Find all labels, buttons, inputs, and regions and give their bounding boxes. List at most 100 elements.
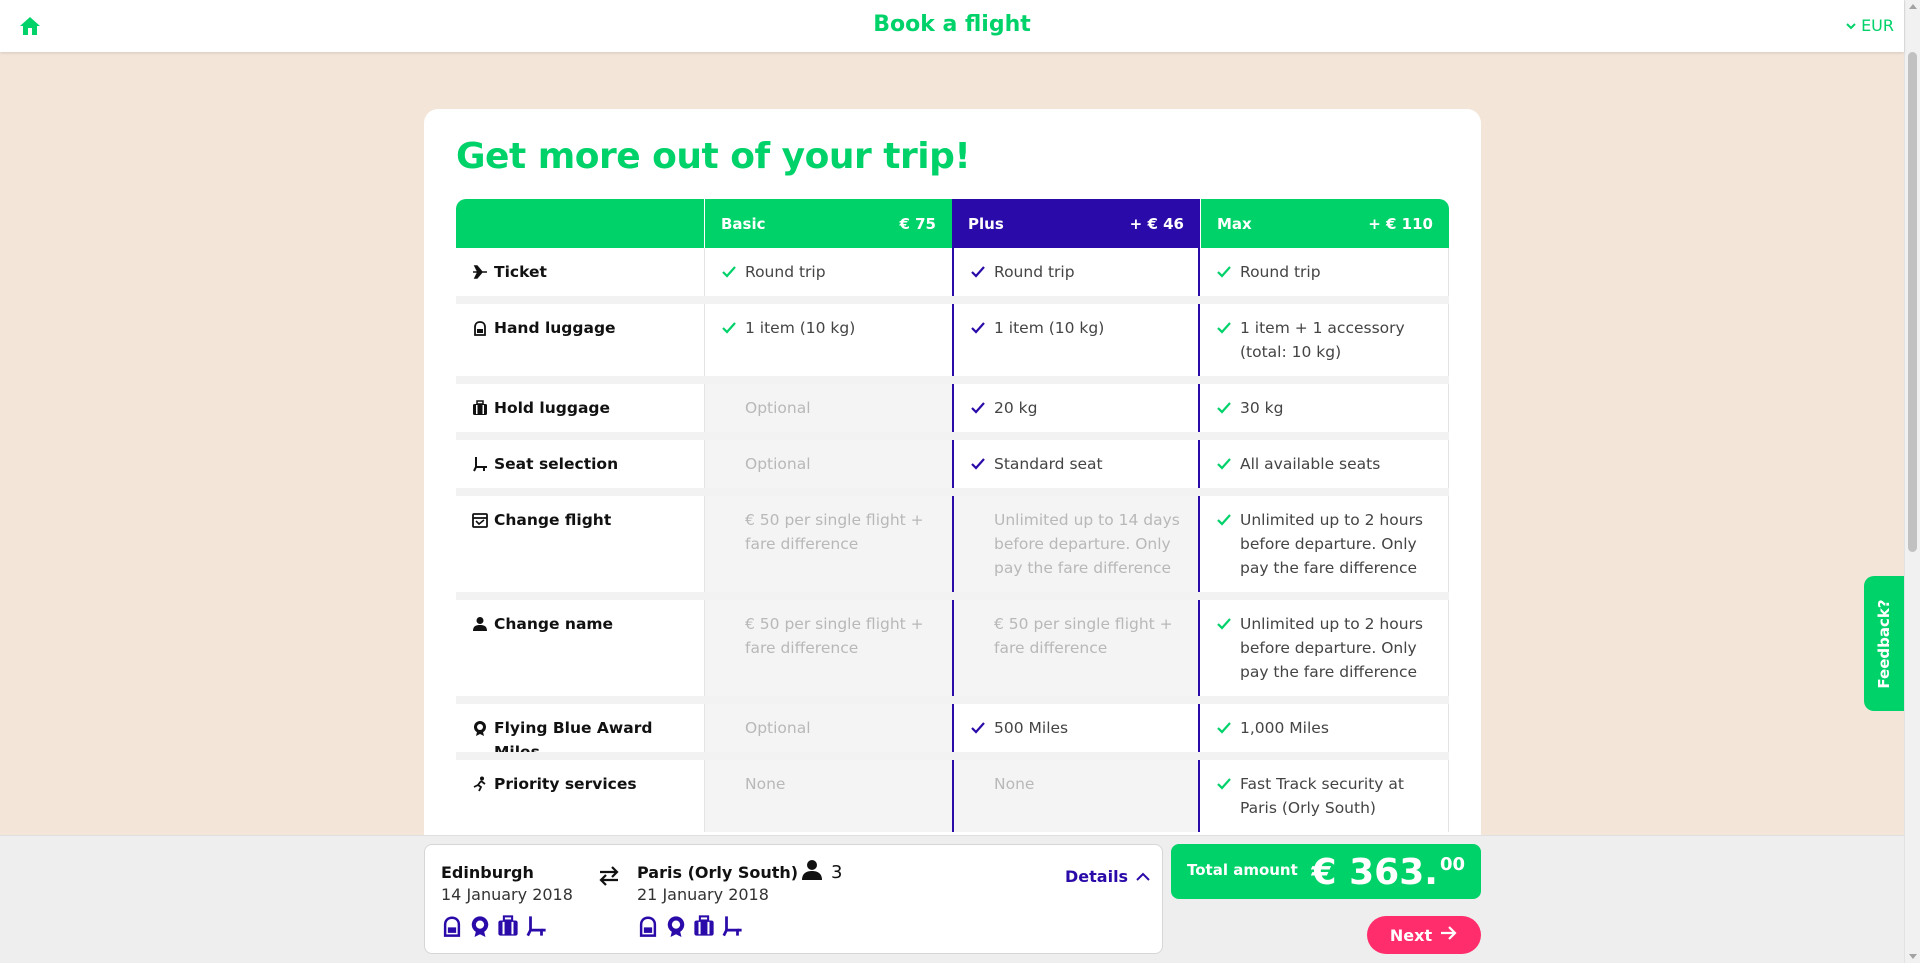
fare-name: Basic [721, 214, 766, 233]
table-row: Flying Blue Award Miles Optional 500 Miles… [456, 704, 1449, 761]
award-icon [469, 915, 491, 937]
fare-cell-max: 30 kg [1200, 384, 1449, 432]
table-row: Change name € 50 per single flight + fare… [456, 600, 1449, 696]
fare-header-basic[interactable]: Basic € 75 [704, 199, 952, 248]
calendar-change-icon [472, 508, 488, 532]
plane-icon [472, 260, 488, 284]
fare-value: € 50 per single flight + fare difference [970, 612, 1182, 660]
row-label-text: Hand luggage [494, 319, 616, 337]
fare-cell-basic: Round trip [704, 248, 952, 296]
scroll-down-arrow-icon[interactable] [1909, 954, 1917, 959]
fare-value-text: None [745, 775, 786, 793]
feedback-label: Feedback? [1875, 598, 1893, 689]
fare-value-text: € 50 per single flight + fare difference [745, 511, 924, 553]
seat-icon [472, 452, 488, 476]
fare-value-text: 20 kg [994, 399, 1038, 417]
feedback-tab[interactable]: Feedback? [1864, 576, 1904, 711]
fare-value-text: 500 Miles [994, 719, 1069, 737]
fare-value: None [721, 772, 936, 796]
fare-value: Optional [721, 452, 936, 476]
fare-value-text: 1,000 Miles [1240, 719, 1329, 737]
fare-cell-basic: € 50 per single flight + fare difference [704, 496, 952, 592]
chevron-down-icon [1846, 16, 1856, 35]
row-separator [456, 432, 1449, 440]
seat-icon [525, 915, 547, 937]
checkmark-icon [1216, 316, 1232, 340]
row-separator [456, 696, 1449, 704]
page-scrollbar[interactable] [1904, 0, 1920, 963]
booking-footer: Edinburgh 14 January 2018 Paris (Orly So… [0, 835, 1904, 963]
table-row: Seat selection Optional Standard seat All a… [456, 440, 1449, 488]
fare-cell-max: Round trip [1200, 248, 1449, 296]
row-label: Flying Blue Award Miles [456, 704, 704, 761]
fare-cell-plus: Standard seat [952, 440, 1200, 488]
checkmark-icon [1216, 772, 1232, 796]
checkmark-icon [1216, 716, 1232, 740]
fare-header-plus[interactable]: Plus + € 46 [952, 199, 1200, 248]
fare-value-text: 1 item (10 kg) [745, 319, 856, 337]
fare-card: Get more out of your trip! Basic € 75 Pl… [424, 109, 1481, 869]
fare-cell-plus: Round trip [952, 248, 1200, 296]
checkmark-icon [1216, 612, 1232, 636]
details-toggle[interactable]: Details [1065, 867, 1150, 886]
checkmark-icon [1216, 260, 1232, 284]
fare-cell-basic: € 50 per single flight + fare difference [704, 600, 952, 696]
arrow-right-icon [1440, 925, 1458, 945]
fare-price: + € 46 [1129, 214, 1184, 233]
row-label: Change flight [456, 496, 704, 592]
total-amount-main: € 363. [1311, 852, 1438, 893]
fare-cell-basic: 1 item (10 kg) [704, 304, 952, 376]
fare-value: Unlimited up to 2 hours before departure… [1216, 612, 1432, 684]
outbound-date: 14 January 2018 [441, 885, 573, 904]
fare-value-text: Unlimited up to 2 hours before departure… [1240, 511, 1424, 577]
fare-value: € 50 per single flight + fare difference [721, 612, 936, 660]
suitcase-icon [472, 396, 488, 420]
fare-cell-max: All available seats [1200, 440, 1449, 488]
fare-cell-plus: None [952, 760, 1200, 832]
fare-name: Max [1217, 214, 1252, 233]
fare-name: Plus [968, 214, 1004, 233]
checkmark-icon [721, 316, 737, 340]
award-icon [665, 915, 687, 937]
passenger-count-value: 3 [831, 862, 843, 883]
fare-header-max[interactable]: Max + € 110 [1200, 199, 1449, 248]
backpack-icon [637, 915, 659, 937]
fare-cell-plus: € 50 per single flight + fare difference [952, 600, 1200, 696]
outbound-city: Edinburgh [441, 863, 534, 882]
page-header-title: Book a flight [873, 12, 1031, 37]
checkmark-icon [1216, 508, 1232, 532]
scroll-up-arrow-icon[interactable] [1909, 4, 1917, 9]
fare-value-text: Round trip [745, 263, 826, 281]
suitcase-icon [497, 915, 519, 937]
fare-cell-plus: 1 item (10 kg) [952, 304, 1200, 376]
fare-value-text: Optional [745, 719, 811, 737]
fare-cell-max: Unlimited up to 2 hours before departure… [1200, 600, 1449, 696]
fare-value-text: 1 item + 1 accessory (total: 10 kg) [1240, 319, 1405, 361]
fare-value-text: 1 item (10 kg) [994, 319, 1105, 337]
next-button[interactable]: Next [1367, 916, 1481, 954]
inbound-services [637, 915, 743, 937]
fare-value: 1 item (10 kg) [970, 316, 1182, 340]
fare-value-text: € 50 per single flight + fare difference [745, 615, 924, 657]
currency-selector[interactable]: EUR [1846, 16, 1894, 35]
row-label-text: Ticket [494, 263, 547, 281]
row-label-text: Priority services [494, 775, 637, 793]
row-label: Priority services [456, 760, 704, 832]
fare-value-text: Optional [745, 399, 811, 417]
scroll-thumb[interactable] [1908, 52, 1917, 552]
fare-cell-basic: Optional [704, 440, 952, 488]
fare-cell-max: 1 item + 1 accessory (total: 10 kg) [1200, 304, 1449, 376]
fare-value-text: Optional [745, 455, 811, 473]
fare-value: Round trip [970, 260, 1182, 284]
row-label-text: Seat selection [494, 455, 619, 473]
fare-value-text: € 50 per single flight + fare difference [994, 615, 1173, 657]
total-label: Total amount [1187, 861, 1298, 879]
row-label-text: Hold luggage [494, 399, 611, 417]
fare-value: 1 item (10 kg) [721, 316, 936, 340]
row-separator [456, 592, 1449, 600]
top-bar: Book a flight EUR [0, 0, 1904, 52]
row-label: Ticket [456, 248, 704, 296]
row-label: Hold luggage [456, 384, 704, 432]
fare-value: Round trip [1216, 260, 1432, 284]
row-label-text: Change name [494, 615, 614, 633]
